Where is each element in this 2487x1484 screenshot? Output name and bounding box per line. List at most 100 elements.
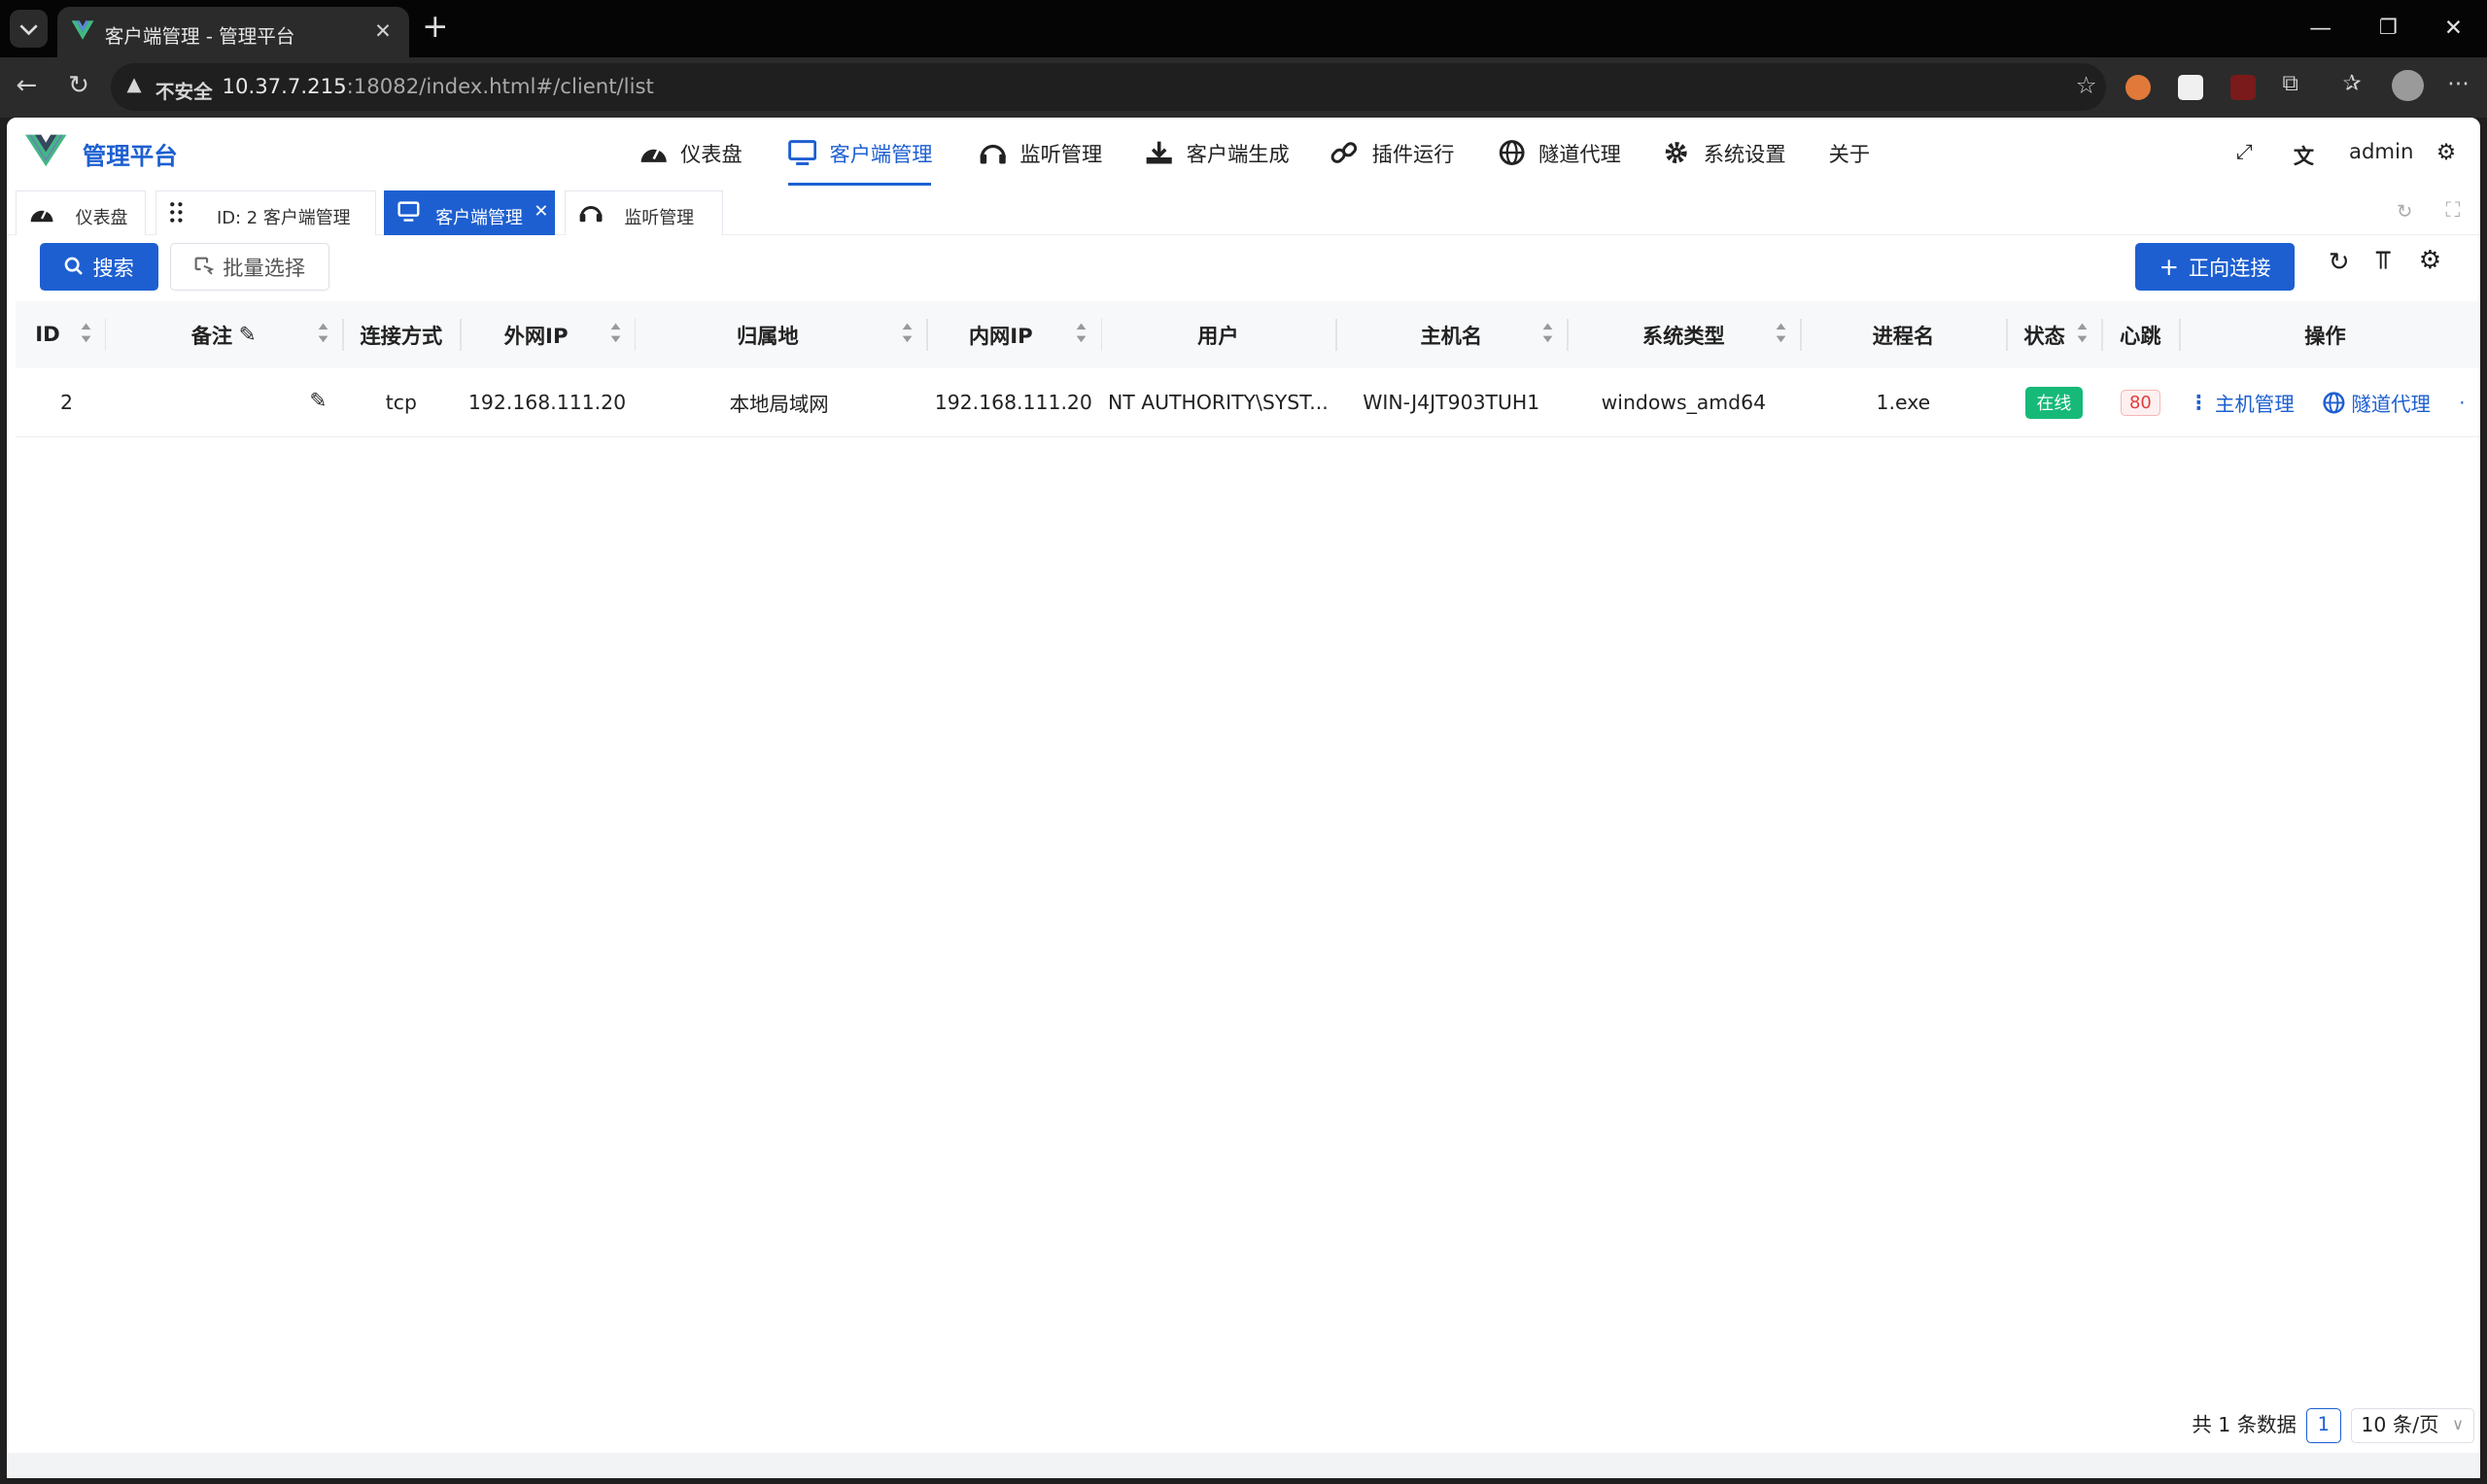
grip-icon: [170, 201, 183, 223]
col-user[interactable]: 用户: [1101, 301, 1336, 368]
menu-label: 隧道代理: [1538, 142, 1621, 167]
new-tab-button[interactable]: +: [422, 11, 448, 43]
extension-icon[interactable]: [2229, 74, 2256, 100]
col-id[interactable]: ID: [16, 301, 104, 368]
total-count: 共 1 条数据: [2192, 1413, 2297, 1437]
favorites-icon[interactable]: ✰: [2342, 71, 2361, 96]
col-lan-ip[interactable]: 内网IP: [926, 301, 1101, 368]
globe-icon: [2323, 392, 2345, 414]
search-icon: [64, 258, 83, 276]
edit-icon[interactable]: ✎: [309, 389, 327, 413]
chevron-down-icon: [19, 24, 38, 36]
refresh-tab-icon[interactable]: ↻: [2397, 200, 2412, 223]
minimize-icon[interactable]: —: [2309, 16, 2332, 41]
column-height-icon[interactable]: ⫪: [2376, 246, 2391, 276]
puzzle-icon[interactable]: ⧉: [2282, 71, 2297, 96]
menu-client-generate[interactable]: 客户端生成: [1145, 138, 1290, 168]
col-status[interactable]: 状态: [2006, 301, 2101, 368]
page-tab-dashboard[interactable]: 仪表盘: [16, 190, 147, 235]
select-cursor-icon: [194, 257, 214, 276]
table-settings-icon[interactable]: ⚙: [2419, 246, 2441, 275]
cell-remark[interactable]: ✎: [105, 368, 343, 438]
page-tab-client-management[interactable]: 客户端管理 ✕: [383, 190, 556, 235]
menu-dashboard[interactable]: 仪表盘: [639, 138, 743, 168]
settings-icon[interactable]: ⚙: [2436, 140, 2456, 165]
page-tab-label: 仪表盘: [75, 207, 128, 228]
address-bar-row: ← ↻ ▲ 不安全 10.37.7.215:18082/index.html#/…: [0, 56, 2487, 118]
browser-tab[interactable]: 客户端管理 - 管理平台 ✕: [56, 6, 410, 57]
dashboard-icon: [30, 208, 53, 222]
extension-icon[interactable]: [2177, 74, 2203, 100]
host-management-link[interactable]: ⋮ 主机管理: [2189, 388, 2294, 417]
close-window-icon[interactable]: ✕: [2444, 16, 2463, 41]
cell-id: 2: [59, 391, 73, 415]
top-navigation: 管理平台 仪表盘 客户端管理 监听管理 客户端生成 插件运行 隧道代理 系统设置…: [7, 118, 2481, 188]
cell-process: 1.exe: [1876, 391, 1931, 415]
dashboard-icon: [640, 149, 667, 163]
maximize-tab-icon[interactable]: ⛶: [2446, 198, 2461, 223]
page-size-value: 10 条/页: [2361, 1413, 2439, 1437]
col-hostname[interactable]: 主机名: [1335, 301, 1567, 368]
extension-icon[interactable]: [2124, 74, 2151, 100]
omnibox[interactable]: ▲ 不安全 10.37.7.215:18082/index.html#/clie…: [111, 63, 2107, 112]
forward-connect-button[interactable]: + 正向连接: [2134, 242, 2296, 291]
user-name[interactable]: admin: [2349, 140, 2413, 164]
table-row[interactable]: 2 ✎ tcp 192.168.111.20 本地局域网 192.168.111…: [16, 368, 2481, 438]
fullscreen-icon[interactable]: ⤢: [2236, 140, 2253, 164]
download-icon: [1146, 142, 1173, 164]
gear-icon: [1666, 142, 1687, 164]
monitor-icon: [788, 140, 817, 166]
menu-client-management[interactable]: 客户端管理: [788, 138, 933, 168]
col-wan-ip[interactable]: 外网IP: [460, 301, 635, 368]
menu-label: 仪表盘: [680, 142, 743, 167]
page-tab-client-detail[interactable]: ID: 2 客户端管理: [155, 190, 376, 235]
close-tab-icon[interactable]: ✕: [374, 19, 392, 44]
menu-about[interactable]: 关于: [1829, 138, 1870, 168]
col-process[interactable]: 进程名: [1800, 301, 2006, 368]
cell-lan-ip: 192.168.111.20: [934, 391, 1092, 415]
cell-connection: tcp: [385, 391, 417, 415]
tunnel-proxy-link[interactable]: 隧道代理: [2323, 388, 2431, 417]
more-actions-dot[interactable]: ·: [2459, 392, 2465, 414]
menu-tunnel-proxy[interactable]: 隧道代理: [1498, 138, 1621, 168]
menu-listener-management[interactable]: 监听管理: [979, 138, 1102, 168]
profile-avatar[interactable]: [2392, 69, 2424, 102]
page-tab-listener-management[interactable]: 监听管理: [564, 190, 724, 235]
restore-icon[interactable]: ❐: [2379, 16, 2398, 40]
back-icon[interactable]: ←: [16, 71, 37, 100]
horizontal-scrollbar[interactable]: [6, 1452, 2481, 1479]
col-remark[interactable]: 备注 ✎: [105, 301, 343, 368]
reload-icon[interactable]: ↻: [68, 71, 89, 100]
menu-label: 客户端管理: [829, 142, 933, 167]
col-actions: 操作: [2304, 324, 2346, 349]
menu-plugin-run[interactable]: 插件运行: [1330, 138, 1454, 168]
brand-title: 管理平台: [82, 141, 178, 170]
page-number-button[interactable]: 1: [2305, 1408, 2341, 1444]
refresh-icon[interactable]: ↻: [2329, 248, 2350, 277]
vue-logo-icon: [71, 20, 94, 40]
bookmark-star-icon[interactable]: ☆: [2076, 71, 2097, 99]
batch-select-button[interactable]: 批量选择: [169, 242, 330, 291]
search-button[interactable]: 搜索: [39, 242, 159, 291]
chevron-down-icon: ∨: [2452, 1415, 2465, 1434]
page-tab-label: 客户端管理: [435, 207, 523, 228]
url-text[interactable]: 10.37.7.215:18082/index.html#/client/lis…: [222, 75, 653, 99]
col-os-type[interactable]: 系统类型: [1567, 301, 1800, 368]
col-heartbeat[interactable]: 心跳: [2101, 301, 2179, 368]
close-icon[interactable]: ✕: [534, 201, 548, 222]
sort-icon: [1776, 323, 1786, 343]
sort-icon: [1542, 323, 1553, 343]
tab-list-button[interactable]: [9, 9, 48, 48]
menu-system-settings[interactable]: 系统设置: [1662, 138, 1786, 168]
more-icon[interactable]: ⋯: [2447, 71, 2470, 96]
cell-user: NT AUTHORITY\SYST...: [1108, 391, 1329, 415]
link-icon: [1330, 142, 1358, 164]
col-connection[interactable]: 连接方式: [342, 301, 460, 368]
page-size-select[interactable]: 10 条/页 ∨: [2350, 1408, 2474, 1444]
menu-label: 系统设置: [1703, 142, 1786, 167]
translate-icon[interactable]: 文: [2294, 140, 2314, 170]
col-location[interactable]: 归属地: [635, 301, 926, 368]
globe-icon: [1499, 140, 1525, 166]
sort-icon: [1077, 323, 1087, 343]
cell-heartbeat: 80: [2101, 368, 2179, 438]
